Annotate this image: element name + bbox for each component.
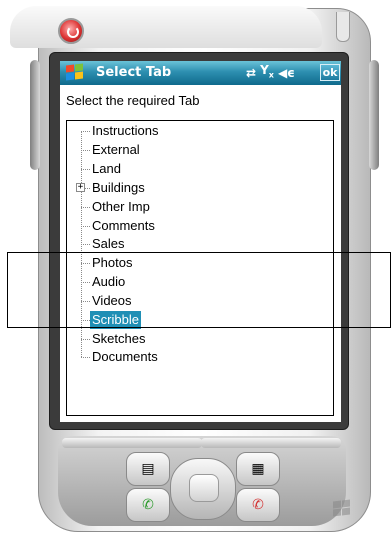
- instruction-label: Select the required Tab: [66, 93, 200, 108]
- connectivity-icon[interactable]: ⇄: [246, 64, 256, 82]
- tree-item-label: External: [92, 142, 140, 157]
- call-button[interactable]: ✆: [126, 488, 170, 522]
- tree-item-label: Scribble: [90, 311, 141, 329]
- tree-item-audio[interactable]: Audio: [81, 273, 201, 291]
- tree-item-label: Photos: [92, 255, 133, 270]
- contacts-icon: ▦: [251, 461, 265, 477]
- side-button-left[interactable]: [30, 60, 40, 170]
- windows-logo-icon: [332, 499, 352, 518]
- end-call-button[interactable]: ✆: [236, 488, 280, 522]
- status-icons: ⇄ Yx ◀ϵ: [246, 61, 295, 84]
- calendar-icon: ▤: [141, 461, 155, 477]
- tree-item-land[interactable]: Land: [81, 160, 201, 178]
- call-icon: ✆: [142, 497, 154, 513]
- tree-item-sketches[interactable]: Sketches: [81, 330, 201, 348]
- device-top-panel: [10, 6, 322, 48]
- tree-item-videos[interactable]: Videos: [81, 292, 201, 310]
- stylus-slot: [336, 12, 350, 42]
- tree-item-photos[interactable]: Photos: [81, 254, 201, 272]
- tree-item-other-imp[interactable]: Other Imp: [81, 198, 201, 216]
- start-menu-icon[interactable]: [65, 63, 85, 82]
- tree-item-label: Audio: [92, 274, 126, 289]
- tree-item-sales[interactable]: Sales: [81, 235, 201, 253]
- tree-item-label: Sketches: [92, 331, 146, 346]
- power-button[interactable]: [58, 18, 84, 44]
- expand-plus-icon[interactable]: +: [76, 183, 85, 192]
- tree-item-scribble[interactable]: Scribble: [81, 311, 201, 329]
- side-button-right[interactable]: [369, 60, 379, 170]
- ok-button[interactable]: ok: [320, 64, 340, 81]
- tree-item-label: Videos: [92, 293, 132, 308]
- tree-item-label: Buildings: [92, 180, 145, 195]
- tree-item-documents[interactable]: Documents: [81, 348, 201, 366]
- tree-item-label: Documents: [92, 349, 158, 364]
- signal-off-icon[interactable]: Yx: [260, 61, 274, 84]
- window-title: Select Tab: [96, 65, 172, 80]
- left-soft-key[interactable]: [62, 438, 202, 448]
- tree-item-external[interactable]: External: [81, 141, 201, 159]
- tree-item-label: Land: [92, 161, 121, 176]
- tree-item-label: Instructions: [92, 123, 159, 138]
- tree-item-label: Comments: [92, 218, 155, 233]
- dpad-center-button[interactable]: [189, 474, 219, 502]
- tree-item-buildings[interactable]: + Buildings: [76, 179, 201, 197]
- tree-item-comments[interactable]: Comments: [81, 217, 201, 235]
- right-soft-key[interactable]: [201, 438, 341, 448]
- contacts-button[interactable]: ▦: [236, 452, 280, 486]
- end-call-icon: ✆: [252, 497, 264, 513]
- tree-item-instructions[interactable]: Instructions: [81, 122, 201, 140]
- tree-item-label: Sales: [92, 236, 125, 251]
- calendar-button[interactable]: ▤: [126, 452, 170, 486]
- volume-icon[interactable]: ◀ϵ: [278, 64, 295, 82]
- tree-item-label: Other Imp: [92, 199, 150, 214]
- title-bar: Select Tab ⇄ Yx ◀ϵ ok: [60, 61, 341, 85]
